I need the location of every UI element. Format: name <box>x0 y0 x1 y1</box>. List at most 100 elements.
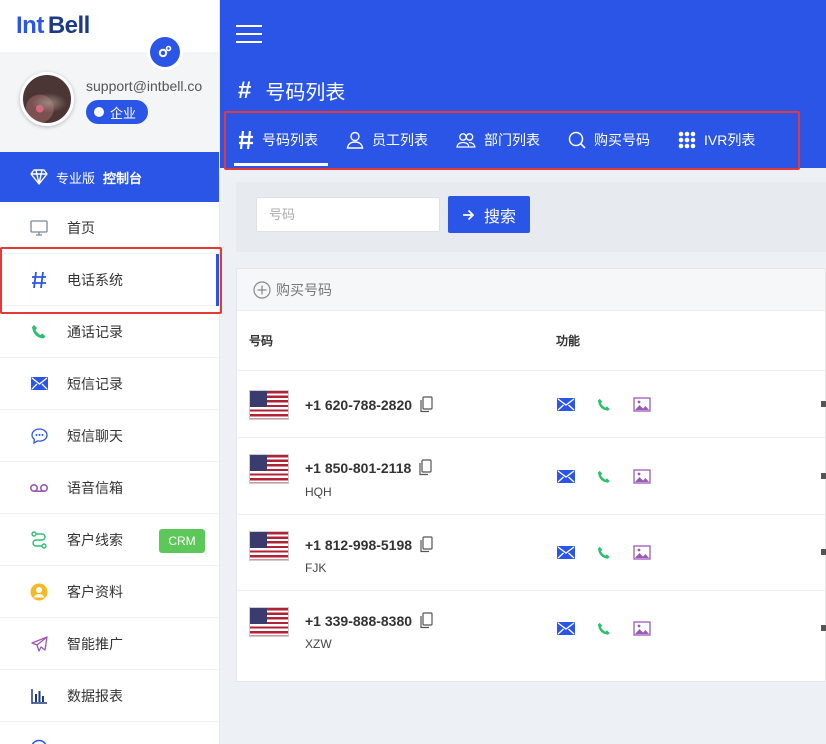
mms-image-icon[interactable] <box>633 545 651 560</box>
sidebar: Int Bell support@intbell.com 企业 专业版 控制台 首页… <box>0 0 220 744</box>
hash-icon <box>239 130 253 150</box>
phone-number-text: +1 812-998-5198 <box>305 536 413 553</box>
column-header-function: 功能 <box>556 334 581 348</box>
avatar[interactable] <box>20 72 74 126</box>
table-row[interactable]: +1 850-801-2118 HQH <box>237 438 826 515</box>
tab-department-list[interactable]: 部门列表 <box>444 112 556 168</box>
phone-number-text: +1 850-801-2118 <box>305 459 412 476</box>
call-phone-icon[interactable] <box>597 470 611 484</box>
sidebar-item-label: 语音信箱 <box>67 479 123 496</box>
sidebar-item-home[interactable]: 首页 <box>0 202 219 254</box>
tab-label: 员工列表 <box>372 132 428 148</box>
menu-toggle-button[interactable] <box>236 25 262 43</box>
page-title-text: 号码列表 <box>265 82 346 104</box>
us-flag-icon <box>249 531 289 561</box>
search-button[interactable]: 搜索 <box>448 196 530 233</box>
phone-number: +1 812-998-5198 <box>305 536 433 553</box>
mms-image-icon[interactable] <box>633 397 651 412</box>
search-bar: 搜索 <box>236 182 826 252</box>
sms-envelope-icon[interactable] <box>557 398 575 411</box>
table-header: 号码 功能 <box>237 311 825 371</box>
table-row[interactable]: +1 339-888-8380 XZW <box>237 591 826 681</box>
hamburger-icon <box>236 25 262 27</box>
number-search-input[interactable] <box>256 197 440 232</box>
clipped-icon <box>821 473 826 479</box>
phone-icon <box>32 324 46 338</box>
sidebar-item-call-records[interactable]: 通话记录 <box>0 306 219 358</box>
hash-icon <box>32 271 46 288</box>
users-icon <box>456 133 476 148</box>
sms-envelope-icon[interactable] <box>557 622 575 635</box>
tab-label: 号码列表 <box>262 132 318 148</box>
arrow-right-icon <box>462 209 474 220</box>
sidebar-item-label: 智能推广 <box>67 635 123 652</box>
table-row[interactable]: +1 620-788-2820 <box>237 371 826 438</box>
top-header: # 号码列表 号码列表 员工列表 部门列表 购买号码 IVR列表 <box>220 0 826 168</box>
function-icons <box>557 397 651 412</box>
envelope-icon <box>30 377 48 390</box>
copy-icon[interactable] <box>420 612 433 629</box>
gears-icon <box>158 45 172 58</box>
route-icon <box>31 530 47 549</box>
search-icon <box>568 131 586 149</box>
copy-icon[interactable] <box>419 459 432 476</box>
call-phone-icon[interactable] <box>597 622 611 636</box>
plan-badge: 企业 <box>86 100 149 124</box>
sidebar-item-more[interactable] <box>0 722 219 744</box>
us-flag-icon <box>249 607 289 637</box>
console-label: 控制台 <box>103 170 143 186</box>
tab-label: 部门列表 <box>484 132 540 148</box>
call-phone-icon[interactable] <box>597 546 611 560</box>
clipped-icon <box>821 401 826 407</box>
buy-number-link[interactable]: 购买号码 <box>237 269 825 311</box>
brand-logo[interactable]: Int Bell <box>16 12 90 40</box>
logo-int: Int <box>16 12 44 39</box>
sms-envelope-icon[interactable] <box>557 470 575 483</box>
phone-number: +1 620-788-2820 <box>305 396 433 413</box>
copy-icon[interactable] <box>420 396 433 413</box>
plus-circle-icon <box>253 280 271 299</box>
sidebar-item-voicemail[interactable]: 语音信箱 <box>0 462 219 514</box>
buy-number-label: 购买号码 <box>276 281 332 298</box>
number-label: FJK <box>305 561 327 575</box>
sidebar-item-leads[interactable]: 客户线索 CRM <box>0 514 219 566</box>
number-table-card: 购买号码 号码 功能 +1 620-788-2820 +1 850-801-21… <box>236 268 826 682</box>
sidebar-item-phone-system[interactable]: 电话系统 <box>0 254 219 306</box>
settings-button[interactable] <box>150 37 180 67</box>
tab-label: IVR列表 <box>704 132 756 148</box>
copy-icon[interactable] <box>420 536 433 553</box>
circle-icon <box>31 739 47 744</box>
tab-staff-list[interactable]: 员工列表 <box>334 112 444 168</box>
sidebar-item-promotion[interactable]: 智能推广 <box>0 618 219 670</box>
bar-chart-icon <box>30 688 47 704</box>
tab-ivr-list[interactable]: IVR列表 <box>666 112 771 168</box>
function-icons <box>557 545 651 560</box>
voicemail-icon <box>30 483 48 492</box>
number-label: XZW <box>305 637 332 651</box>
sidebar-item-sms-records[interactable]: 短信记录 <box>0 358 219 410</box>
sidebar-nav: 首页 电话系统 通话记录 短信记录 短信聊天 语音信箱 客户线索 CRM 客户资… <box>0 202 219 744</box>
toggle-dot-icon <box>94 107 104 117</box>
mms-image-icon[interactable] <box>633 621 651 636</box>
logo-bell: Bell <box>47 12 91 39</box>
column-header-number: 号码 <box>249 334 274 348</box>
sidebar-item-sms-chat[interactable]: 短信聊天 <box>0 410 219 462</box>
call-phone-icon[interactable] <box>597 398 611 412</box>
plan-label: 企业 <box>110 105 137 121</box>
user-circle-icon <box>30 583 48 600</box>
paper-plane-icon <box>30 635 48 652</box>
mms-image-icon[interactable] <box>633 469 651 484</box>
hash-icon: # <box>238 76 252 104</box>
phone-number-text: +1 339-888-8380 <box>305 612 413 629</box>
sidebar-item-label: 电话系统 <box>67 271 123 288</box>
table-row[interactable]: +1 812-998-5198 FJK <box>237 515 826 591</box>
tab-number-list[interactable]: 号码列表 <box>226 112 334 168</box>
sms-envelope-icon[interactable] <box>557 546 575 559</box>
us-flag-icon <box>249 454 289 484</box>
console-link[interactable]: 专业版 控制台 <box>0 152 219 202</box>
tab-buy-number[interactable]: 购买号码 <box>556 112 666 168</box>
sidebar-item-reports[interactable]: 数据报表 <box>0 670 219 722</box>
sidebar-item-customer-profile[interactable]: 客户资料 <box>0 566 219 618</box>
user-email: support@intbell.com <box>86 78 202 94</box>
user-profile: support@intbell.com 企业 <box>0 37 219 152</box>
